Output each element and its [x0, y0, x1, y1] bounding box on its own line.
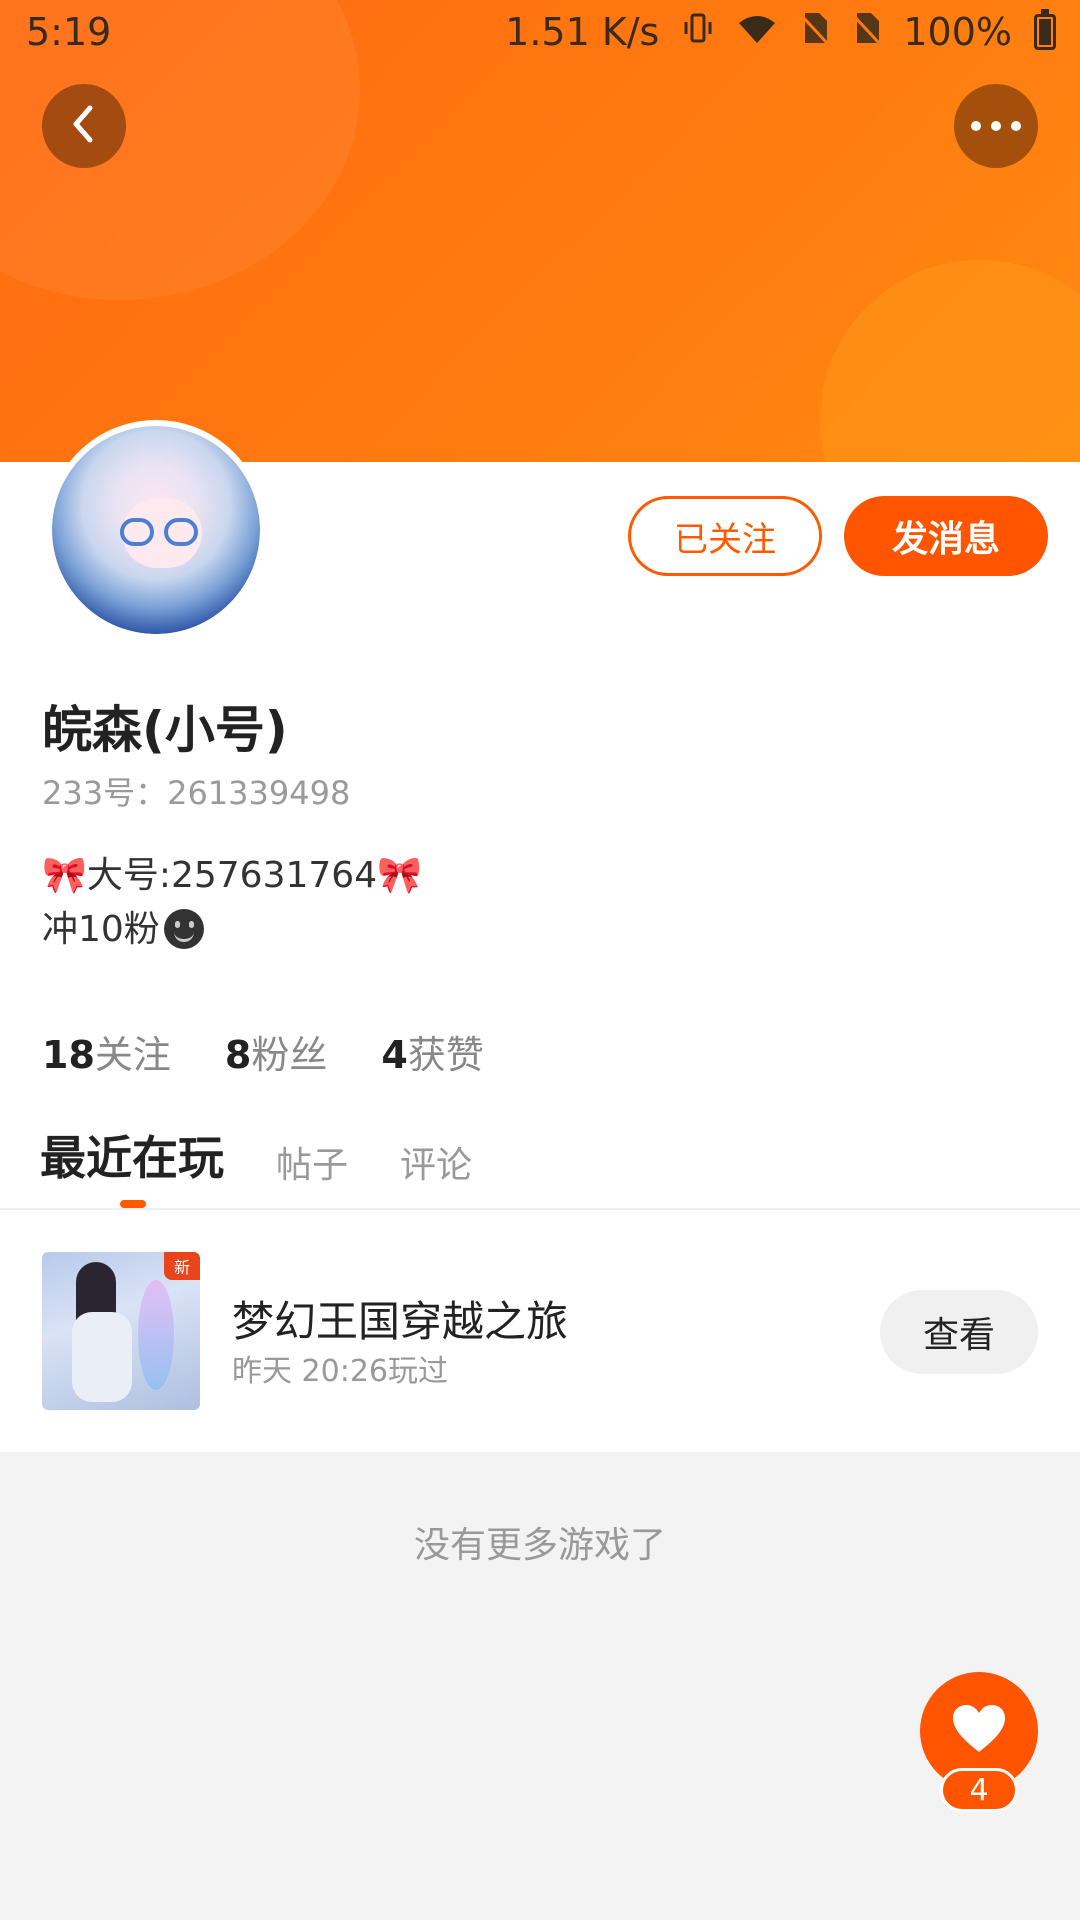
thumb-decor: [138, 1280, 174, 1390]
user-id: 233号：261339498: [42, 774, 351, 812]
send-message-button[interactable]: 发消息: [844, 496, 1048, 576]
tab-posts[interactable]: 帖子: [276, 1136, 348, 1188]
username: 皖森(小号): [42, 701, 288, 759]
bio-line: 🎀大号:257631764🎀: [42, 855, 422, 896]
heart-icon: [951, 1704, 1007, 1758]
like-count-badge: 4: [940, 1768, 1018, 1812]
stat-likes[interactable]: 4获赞: [381, 1024, 483, 1079]
wifi-icon: [737, 10, 777, 54]
last-played-time: 昨天 20:26玩过: [232, 1354, 448, 1389]
chevron-left-icon: [64, 102, 104, 150]
game-thumbnail[interactable]: 新: [42, 1252, 200, 1410]
battery-icon: [1034, 9, 1056, 50]
divider: [0, 1208, 1080, 1210]
bio-line: 冲10粉: [42, 900, 204, 952]
vibrate-icon: [681, 10, 715, 54]
status-time: 5:19: [26, 10, 112, 54]
game-title: 梦幻王国穿越之旅: [232, 1297, 569, 1346]
profile-header-background: [0, 0, 1080, 462]
tab-active-indicator: [120, 1200, 146, 1208]
list-end-text: 没有更多游戏了: [413, 1525, 666, 1566]
stat-label: 粉丝: [251, 1033, 328, 1077]
avatar-glasses: [120, 518, 154, 546]
avatar[interactable]: [46, 420, 266, 640]
stat-following[interactable]: 18关注: [42, 1024, 171, 1079]
bio-text: 冲10粉: [42, 909, 160, 950]
more-dots-icon: [969, 117, 1023, 136]
no-sim-icon: [799, 10, 829, 54]
stat-fans[interactable]: 8粉丝: [225, 1024, 327, 1079]
tab-comments[interactable]: 评论: [400, 1136, 472, 1188]
following-button[interactable]: 已关注: [628, 496, 822, 576]
smiley-emoji-icon: [163, 909, 204, 949]
stat-label: 关注: [94, 1033, 171, 1077]
no-sim-icon: [851, 10, 881, 54]
thumb-decor: [72, 1312, 132, 1402]
stat-label: 获赞: [407, 1033, 484, 1077]
back-button[interactable]: [42, 84, 126, 168]
new-badge: 新: [164, 1252, 200, 1280]
decor-blob: [820, 260, 1080, 462]
stat-number: 8: [224, 1033, 252, 1077]
more-options-button[interactable]: [954, 84, 1038, 168]
avatar-glasses: [164, 518, 198, 546]
profile-tabs: 最近在玩 帖子 评论: [40, 1122, 472, 1188]
view-game-button[interactable]: 查看: [880, 1290, 1038, 1374]
status-bar: 5:19 1.51 K/s 100%: [0, 0, 1080, 64]
battery-percent: 100%: [903, 10, 1012, 54]
list-item[interactable]: 新 梦幻王国穿越之旅 昨天 20:26玩过 查看: [0, 1212, 1080, 1452]
stat-number: 18: [42, 1033, 95, 1077]
stat-number: 4: [381, 1033, 408, 1077]
profile-stats: 18关注 8粉丝 4获赞: [42, 1024, 484, 1079]
tab-recently-played[interactable]: 最近在玩: [40, 1122, 224, 1188]
network-speed: 1.51 K/s: [505, 10, 660, 54]
avatar-image: [52, 426, 260, 634]
